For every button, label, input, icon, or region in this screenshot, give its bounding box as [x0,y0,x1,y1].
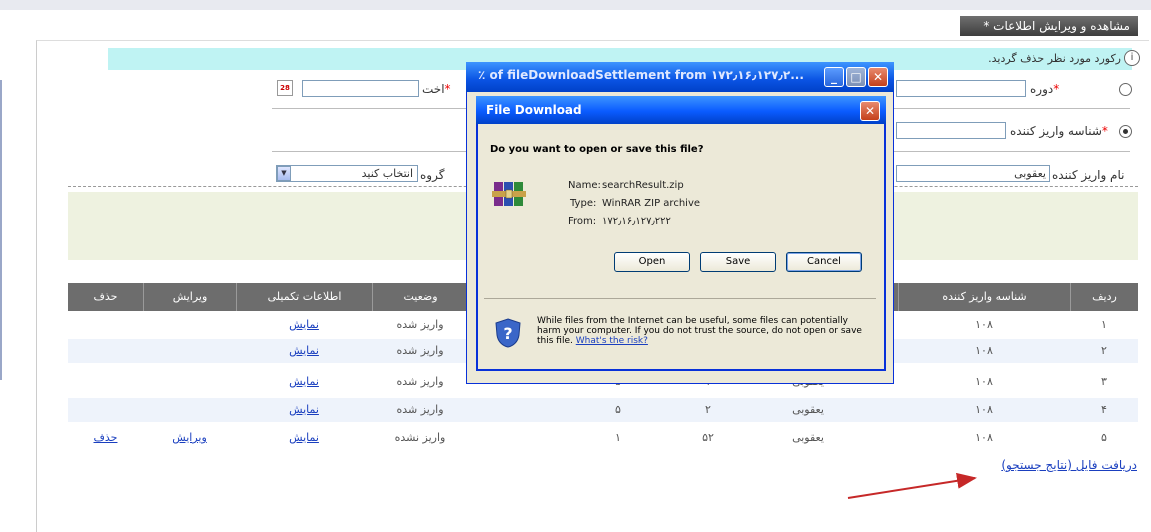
cell-c1: ۵۲ [702,431,714,444]
col-header: حذف [93,290,118,303]
divider [890,151,1130,152]
payer-id-label: *شناسه واریز کننده [1010,124,1108,138]
file-from-label: From: [568,216,597,227]
show-link[interactable]: نمایش [236,426,372,450]
table-row: ۴ ۱۰۸ یعقوبی ۲ ۵ واریز شده نمایش [68,398,1138,422]
download-progress-title: ٪ of fileDownloadSettlement from ۱۷۲٫۱۶٫… [478,68,804,82]
cell-idx: ۳ [1101,375,1107,388]
edit-link[interactable]: ویرایش [143,426,236,450]
cell-name: یعقوبی [792,431,824,444]
cell-idx: ۱ [1101,318,1107,331]
cell-c1: ۲ [705,403,711,416]
divider [272,108,472,109]
table-row: ۵ ۱۰۸ یعقوبی ۵۲ ۱ واریز نشده نمایش ویرای… [68,426,1138,450]
cell-name: یعقوبی [792,403,824,416]
show-link[interactable]: نمایش [236,313,372,337]
dialog-title: File Download [486,103,582,117]
cell-status: واریز شده [396,403,444,416]
show-link[interactable]: نمایش [236,339,372,363]
dialog-question: Do you want to open or save this file? [490,144,704,155]
divider [890,108,1130,109]
red-arrow-annotation [847,472,977,499]
calendar-icon[interactable]: 28 [277,80,293,96]
security-warning: While files from the Internet can be use… [537,316,867,346]
group-select[interactable]: انتخاب کنید [276,165,418,182]
col-header: اطلاعات تکمیلی [236,283,372,311]
file-from-value: ۱۷۲٫۱۶٫۱۲۷٫۲۲۲ [602,216,671,227]
cell-idx: ۲ [1101,344,1107,357]
svg-text:?: ? [503,324,512,343]
chevron-down-icon[interactable]: ▼ [277,166,291,181]
cell-status: واریز شده [396,318,444,331]
col-header: شناسه واریز کننده [898,283,1070,311]
file-name-value: searchResult.zip [602,180,684,191]
cell-idx: ۵ [1101,431,1107,444]
group-label: گروه [420,168,445,182]
cell-payer-id: ۱۰۸ [975,375,993,388]
cell-status: واریز شده [396,344,444,357]
security-shield-icon: ? [495,318,521,348]
cancel-button[interactable]: Cancel [786,252,862,272]
left-border [0,80,2,380]
period-label: *دوره [1030,82,1060,96]
cell-payer-id: ۱۰۸ [975,318,993,331]
delete-link[interactable]: حذف [68,426,143,450]
date-label: *اخت [422,82,451,96]
show-link[interactable]: نمایش [236,370,372,394]
download-results-link[interactable]: دریافت فایل (نتایج جستجو) [1001,458,1137,472]
cell-payer-id: ۱۰۸ [975,344,993,357]
open-button[interactable]: Open [614,252,690,272]
cell-payer-id: ۱۰۸ [975,431,993,444]
risk-link[interactable]: What's the risk? [576,336,648,346]
close-icon[interactable]: ✕ [860,101,880,121]
message-text: رکورد مورد نظر حذف گردید. [988,52,1121,65]
col-header: ویرایش [143,283,236,311]
cell-status: واریز شده [396,375,444,388]
top-strip [0,0,1151,10]
period-radio[interactable] [1119,83,1132,96]
payer-id-field[interactable] [896,122,1006,139]
col-header: ردیف [1070,283,1138,311]
file-type-label: Type: [570,198,597,209]
cell-payer-id: ۱۰۸ [975,403,993,416]
cell-c2: ۱ [615,431,621,444]
file-name-label: Name: [568,180,601,191]
dialog-separator [484,298,876,299]
divider [272,151,472,152]
col-header: وضعیت [372,283,468,311]
file-type-value: WinRAR ZIP archive [602,198,701,209]
show-link[interactable]: نمایش [236,398,372,422]
cell-status: واریز نشده [394,431,446,444]
header-tab[interactable]: مشاهده و ویرایش اطلاعات * [960,16,1138,36]
date-field[interactable] [302,80,419,97]
close-icon[interactable]: ✕ [868,67,888,87]
maximize-icon[interactable]: □ [846,67,866,87]
payer-name-field[interactable]: یعقوبی [896,165,1050,182]
period-field[interactable] [896,80,1026,97]
payer-id-radio[interactable] [1119,125,1132,138]
payer-name-label: نام واریز کننده [1052,168,1125,182]
info-icon: i [1124,50,1140,66]
group-select-value: انتخاب کنید [361,167,413,180]
save-button[interactable]: Save [700,252,776,272]
cell-c2: ۵ [615,403,621,416]
cell-idx: ۴ [1101,403,1107,416]
minimize-icon[interactable]: _ [824,67,844,87]
winrar-archive-icon [492,182,526,206]
